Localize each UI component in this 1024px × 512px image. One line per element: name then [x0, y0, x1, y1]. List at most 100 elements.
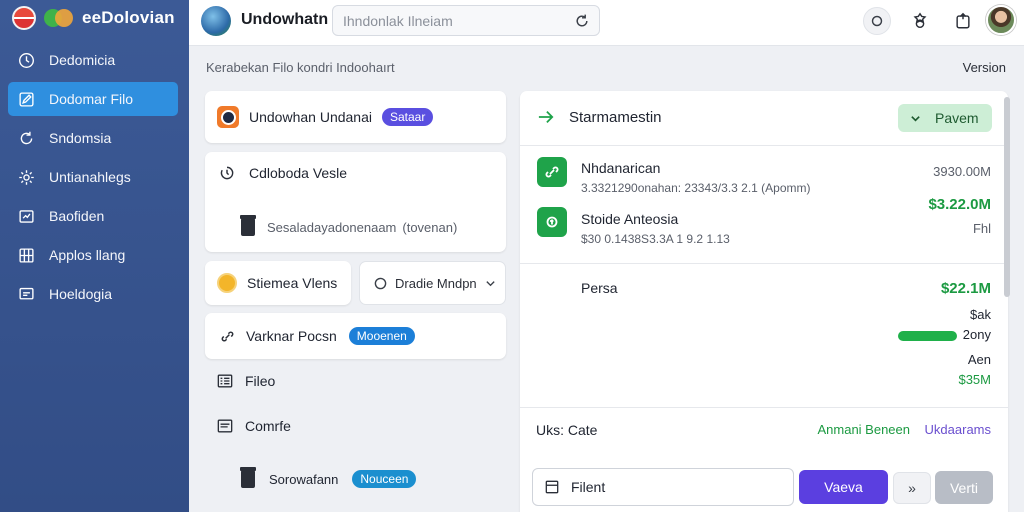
filter-icon	[545, 480, 559, 494]
tag-icon	[537, 207, 567, 237]
share-icon[interactable]	[949, 7, 977, 35]
sidebar-item-hoeldogia[interactable]: Hoeldogia	[8, 277, 178, 311]
user-avatar[interactable]	[986, 5, 1016, 35]
divider	[520, 145, 1008, 146]
logo-icon	[44, 7, 74, 29]
sidebar-item-label: Untianahlegs	[49, 169, 131, 185]
list-item[interactable]: Comrfe	[217, 418, 291, 434]
list-item[interactable]: Sorowafann Nouceen	[240, 467, 417, 488]
filter-placeholder: Filent	[571, 479, 606, 495]
arrow-right-icon[interactable]	[537, 109, 555, 125]
dropdown-select[interactable]: Dradie Mndpn	[359, 261, 506, 305]
chip-views[interactable]: Stiemea Vlens	[205, 261, 351, 305]
project-card[interactable]: Undowhan Undanai Sataar	[205, 91, 506, 143]
settings-icon[interactable]	[906, 7, 934, 35]
search-placeholder: Ihndonlak Ilneiam	[343, 13, 453, 29]
document-icon	[217, 419, 233, 433]
item-name: Nhdanarican	[581, 160, 661, 176]
message-icon	[17, 285, 35, 303]
pers-aen: Aen	[967, 352, 991, 367]
sidebar-item-label: Dodomar Filo	[49, 91, 134, 107]
history-icon	[220, 166, 234, 180]
sidebar-item-label: Applos llang	[49, 247, 126, 263]
item-detail: $30 0.1438S3.3A 1 9.2 1.13	[581, 232, 730, 246]
status-dropdown[interactable]: Pavem	[898, 104, 992, 132]
chip-label: Stiemea Vlens	[247, 275, 338, 291]
item-amount: 3930.00M	[933, 164, 991, 179]
version-label[interactable]: Version	[963, 60, 1006, 75]
detail-subtitle: Sesaladayadonenaam	[267, 219, 397, 235]
chart-icon	[17, 207, 35, 225]
list-item-label: Sorowafann	[269, 471, 339, 487]
pers-label: Persa	[581, 280, 618, 296]
divider	[520, 407, 1008, 408]
list-item[interactable]: Fileo	[217, 373, 275, 389]
detail-title: Cdloboda Vesle	[249, 165, 348, 181]
breadcrumb: Kerabekan Filo kondri Indoohaırt	[206, 60, 395, 75]
edit-icon	[17, 90, 35, 108]
chevron-down-icon	[486, 280, 495, 286]
grid-icon	[17, 246, 35, 264]
sidebar-item-label: Dedomicia	[49, 52, 116, 68]
search-input[interactable]: Ihndonlak Ilneiam	[332, 5, 600, 36]
sidebar-item-sndomsia[interactable]: Sndomsia	[8, 121, 178, 155]
panel-title: Starmamestin	[569, 109, 662, 126]
chevron-down-icon	[911, 115, 920, 122]
task-badge: Mooenen	[348, 327, 415, 345]
divider	[520, 263, 1008, 264]
list-item-label: Comrfe	[245, 418, 291, 434]
notification-icon[interactable]	[863, 7, 891, 35]
status-badge: Sataar	[381, 108, 434, 126]
primary-button[interactable]: Vaeva	[799, 470, 888, 504]
dropdown-value: Dradie Mndpn	[395, 275, 477, 291]
filter-input[interactable]: Filent	[532, 468, 794, 506]
sidebar-item-label: Sndomsia	[49, 130, 112, 146]
item-name: Stoide Anteosia	[581, 211, 679, 227]
dropdown-button[interactable]: »	[893, 472, 931, 504]
detail-panel: Starmamestin Pavem Nhdanarican 3.3321290…	[520, 91, 1010, 512]
item-detail: 3.3321290onahan: 23343/3.3 2.1 (Apomm)	[581, 181, 811, 195]
detail-note: (tovenan)	[402, 219, 458, 235]
brand[interactable]: eeDolovian	[12, 6, 175, 30]
link-icon	[537, 157, 567, 187]
sidebar: eeDolovian Dedomicia Dodomar Filo Sndoms…	[0, 0, 189, 512]
pers-line: $ak	[970, 307, 991, 322]
list-item-label: Fileo	[245, 373, 276, 389]
database-icon	[240, 215, 256, 236]
flag-icon	[12, 6, 36, 30]
link-icon	[221, 331, 234, 341]
refresh-icon[interactable]	[574, 13, 590, 29]
status-label: Pavem	[935, 110, 979, 126]
task-title: Varknar Pocsn	[246, 328, 337, 344]
project-title: Undowhan Undanai	[249, 109, 372, 125]
top-bar: Undowhatn Ihndonlak Ilneiam	[189, 0, 1024, 46]
app-icon	[217, 106, 239, 128]
status-badge: Nouceen	[352, 470, 417, 488]
circle-icon	[374, 277, 387, 289]
task-card[interactable]: Varknar Pocsn Mooenen	[205, 313, 506, 359]
database-icon	[240, 467, 256, 488]
sidebar-item-untianahlegs[interactable]: Untianahlegs	[8, 160, 178, 194]
smile-icon	[217, 273, 237, 293]
sidebar-item-dedomicia[interactable]: Dedomicia	[8, 43, 178, 77]
item-amount: $3.22.0M	[928, 196, 991, 213]
list-icon	[217, 374, 233, 388]
footer-link[interactable]: Anmani Beneen	[817, 422, 910, 437]
detail-card[interactable]: Cdloboda Vesle Sesaladayadonenaam (toven…	[205, 152, 506, 252]
secondary-button[interactable]: Verti	[935, 471, 993, 504]
footer-label: Uks: Cate	[536, 422, 598, 438]
brand-name: eeDolovian	[82, 8, 175, 27]
scrollbar[interactable]	[1004, 97, 1010, 297]
clock-icon	[17, 51, 35, 69]
progress-track	[898, 331, 988, 341]
sidebar-item-dodomar-filo[interactable]: Dodomar Filo	[8, 82, 178, 116]
app-avatar[interactable]	[201, 6, 231, 36]
sidebar-item-baofiden[interactable]: Baofiden	[8, 199, 178, 233]
pers-total: $35M	[958, 372, 991, 387]
pers-amount: $22.1M	[940, 280, 991, 297]
sidebar-nav: Dedomicia Dodomar Filo Sndomsia Untianah…	[8, 43, 178, 316]
sidebar-item-applos-llang[interactable]: Applos llang	[8, 238, 178, 272]
sidebar-item-label: Baofiden	[49, 208, 105, 224]
footer-link[interactable]: Ukdaarams	[925, 422, 991, 437]
progress-fill	[898, 331, 957, 341]
